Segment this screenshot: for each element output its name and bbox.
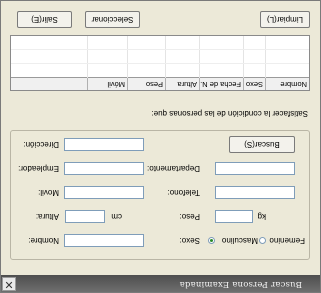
table-gridline [127,36,128,78]
telefono-label: Telefono: [167,188,200,197]
table-gridline [165,36,166,78]
column-header-peso[interactable]: Peso [127,78,165,90]
empleador-input[interactable] [64,162,144,175]
seleccionar-button[interactable]: Seleccionar [85,11,140,28]
altura-label: Altura: [35,212,59,221]
altura-unit: cm [111,212,122,221]
sexo-femenino-radio[interactable] [259,237,266,244]
table-gridline [87,36,88,78]
table-gridline [11,63,309,64]
departamento-input[interactable] [215,162,295,175]
movil-label: Movil: [38,188,59,197]
altura-input[interactable] [65,210,105,223]
nombre-input[interactable] [64,234,144,247]
movil-input[interactable] [64,186,144,199]
close-icon[interactable]: ✕ [2,277,16,291]
window-title: Buscar Persona Examinada [179,279,302,289]
sexo-masculino-radio[interactable] [208,237,215,244]
window-frame: Buscar Persona Examinada ✕ Nombre: Sexo:… [0,0,321,293]
nombre-label: Nombre: [28,236,59,245]
direccion-input[interactable] [64,138,144,151]
direccion-label: Dirección: [23,140,59,149]
empleador-label: Empleador: [18,164,59,173]
buscar-button[interactable]: Buscar(S) [229,136,295,153]
sexo-masculino-label: Masculino [221,236,258,245]
limpiar-button[interactable]: Limpiar(L) [260,11,310,28]
peso-input[interactable] [215,210,253,223]
results-prompt: Satisfacer la condición de las personas … [151,109,308,118]
results-table[interactable]: Nombre Sexo Fecha de N... Altura Peso Mó… [10,35,310,91]
peso-unit: kg [257,212,266,221]
column-header-altura[interactable]: Altura [165,78,199,90]
sexo-label: Sexo: [179,236,200,245]
search-person-window: Buscar Persona Examinada ✕ Nombre: Sexo:… [0,0,321,293]
column-header-movil[interactable]: Móvil [87,78,127,90]
column-header-sexo[interactable]: Sexo [243,78,265,90]
table-gridline [11,49,309,50]
sexo-femenino-label: Femenino [269,236,305,245]
column-header-fecha[interactable]: Fecha de N... [199,78,243,90]
table-gridline [199,36,200,78]
title-bar: Buscar Persona Examinada ✕ [1,275,320,292]
departamento-label: Departamento: [147,164,200,173]
table-gridline [265,36,266,78]
table-gridline [243,36,244,78]
column-header-nombre[interactable]: Nombre [265,78,309,90]
results-table-header: Nombre Sexo Fecha de N... Altura Peso Mó… [11,77,309,90]
telefono-input[interactable] [215,186,295,199]
peso-label: Peso: [179,212,200,221]
salir-button[interactable]: Salir(E) [17,11,72,28]
